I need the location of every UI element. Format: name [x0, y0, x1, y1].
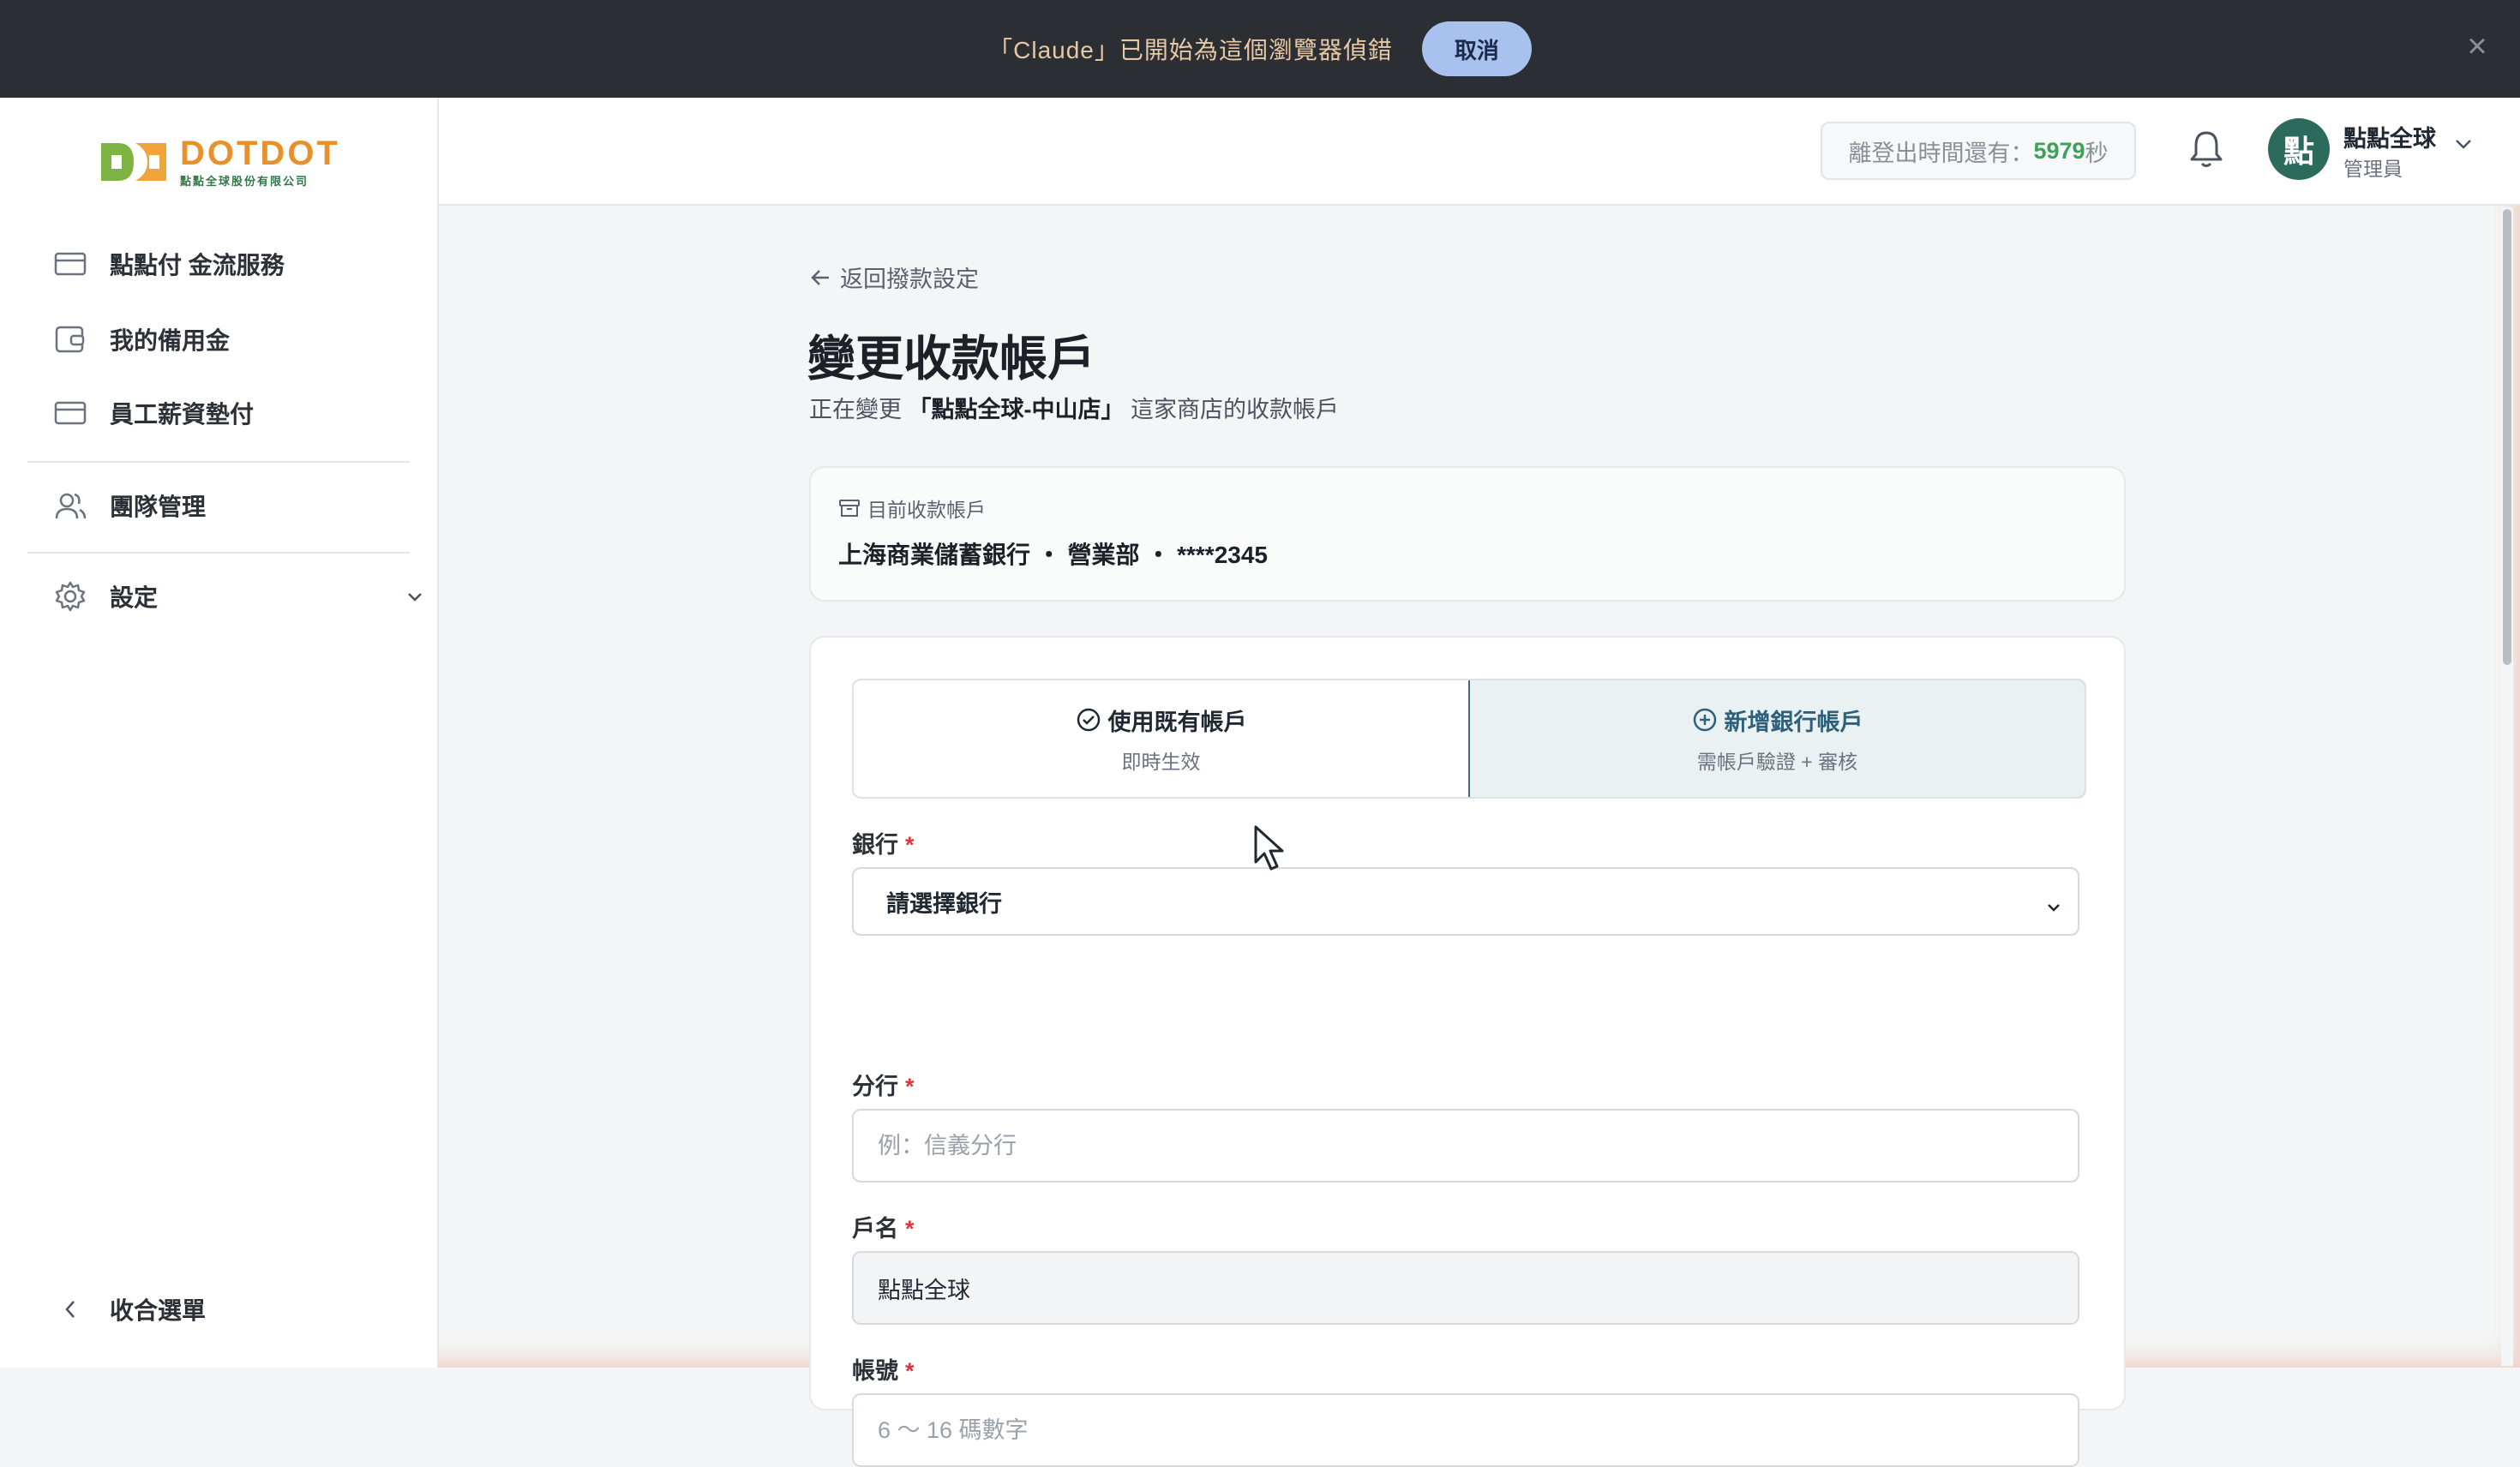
top-bar: 離登出時間還有： 5979 秒 點 點點全球 管理員	[439, 98, 2520, 206]
bank-label-text: 銀行	[852, 832, 898, 858]
required-mark: *	[905, 1216, 915, 1242]
required-mark: *	[905, 1358, 915, 1384]
arrow-left-icon	[809, 268, 831, 287]
option-existing-account[interactable]: 使用既有帳戶 即時生效	[854, 680, 1468, 797]
branch-label: 分行 *	[852, 1068, 915, 1101]
subtitle-prefix: 正在變更	[809, 397, 902, 422]
account-form-card: 使用既有帳戶 即時生效 新增銀行帳戶 需帳戶驗證 + 審核 銀行 * 請選擇銀行	[809, 636, 2126, 1467]
sidebar-item-salary-advance[interactable]: 員工薪資墊付	[53, 387, 254, 439]
scrollbar-thumb[interactable]	[2503, 209, 2511, 665]
logo-name: DOTDOT	[180, 134, 340, 172]
sidebar-item-label: 點點付 金流服務	[110, 252, 285, 278]
account-number-input[interactable]	[852, 1393, 2079, 1467]
check-circle-icon	[1076, 707, 1101, 733]
option-title: 新增銀行帳戶	[1724, 709, 1863, 735]
user-role: 管理員	[2343, 158, 2403, 180]
card-icon	[53, 247, 87, 281]
divider	[27, 552, 410, 554]
timer-value: 5979	[2033, 137, 2085, 164]
logout-timer: 離登出時間還有： 5979 秒	[1821, 122, 2136, 180]
sidebar-item-team[interactable]: 團隊管理	[53, 480, 206, 531]
gear-icon	[53, 579, 87, 614]
chevron-left-icon	[53, 1292, 87, 1326]
divider	[27, 461, 410, 463]
bank-select[interactable]: 請選擇銀行	[852, 867, 2079, 936]
holder-label-text: 戶名	[852, 1216, 898, 1242]
option-subtitle: 需帳戶驗證 + 審核	[1696, 750, 1858, 773]
collapse-menu-label: 收合選單	[110, 1297, 207, 1324]
option-subtitle: 即時生效	[1121, 750, 1201, 773]
page-title: 變更收款帳戶	[807, 332, 1095, 386]
bank-select-value: 請選擇銀行	[886, 890, 1002, 917]
sidebar: DOTDOT 點點全球股份有限公司 點點付 金流服務 我的備用金 員工薪資墊付	[0, 98, 439, 1368]
option-title: 使用既有帳戶	[1107, 709, 1247, 735]
plus-circle-icon	[1692, 707, 1718, 733]
sidebar-item-payment-service[interactable]: 點點付 金流服務	[53, 238, 285, 290]
archive-icon	[838, 498, 861, 518]
users-icon	[53, 488, 87, 523]
logo-subtitle: 點點全球股份有限公司	[180, 174, 309, 188]
card-icon	[53, 396, 87, 430]
current-account-label: 目前收款帳戶	[838, 494, 986, 523]
timer-unit: 秒	[2085, 140, 2109, 166]
holder-label: 戶名 *	[852, 1210, 915, 1243]
avatar[interactable]: 點	[2268, 118, 2330, 180]
branch-label-text: 分行	[852, 1074, 898, 1099]
bank-label: 銀行 *	[852, 826, 915, 859]
user-name[interactable]: 點點全球	[2343, 120, 2436, 153]
bell-icon[interactable]	[2187, 129, 2225, 174]
option-new-bank-account[interactable]: 新增銀行帳戶 需帳戶驗證 + 審核	[1468, 680, 2085, 797]
logo[interactable]: DOTDOT 點點全球股份有限公司	[99, 132, 340, 192]
sidebar-item-settings[interactable]: 設定	[53, 571, 422, 622]
required-mark: *	[905, 1074, 915, 1099]
debug-banner: 「Claude」已開始為這個瀏覽器偵錯 取消 ×	[0, 0, 2520, 98]
account-holder-input[interactable]	[852, 1251, 2079, 1325]
subtitle-suffix: 這家商店的收款帳戶	[1131, 397, 1340, 422]
back-link-label: 返回撥款設定	[840, 266, 979, 292]
sidebar-item-petty-cash[interactable]: 我的備用金	[53, 314, 230, 365]
banner-cancel-button[interactable]: 取消	[1421, 21, 1532, 76]
sidebar-item-label: 設定	[110, 584, 159, 611]
required-mark: *	[905, 832, 915, 858]
account-number-label-text: 帳號	[852, 1358, 898, 1384]
logo-mark-icon	[99, 136, 168, 188]
current-account-card: 目前收款帳戶 上海商業儲蓄銀行 ・ 營業部 ・ ****2345	[809, 466, 2126, 602]
wallet-icon	[53, 322, 87, 356]
close-icon[interactable]: ×	[2460, 29, 2494, 63]
chevron-down-icon[interactable]	[2453, 137, 2474, 155]
back-link[interactable]: 返回撥款設定	[809, 260, 979, 294]
current-account-label-text: 目前收款帳戶	[867, 499, 986, 521]
mouse-cursor-icon	[1253, 824, 1287, 877]
sidebar-item-label: 我的備用金	[110, 327, 231, 354]
chevron-down-icon	[2045, 893, 2062, 919]
sidebar-item-label: 團隊管理	[110, 494, 207, 520]
branch-input[interactable]	[852, 1109, 2079, 1183]
account-number-label: 帳號 *	[852, 1352, 915, 1386]
store-name: 「點點全球-中山店」	[908, 397, 1125, 422]
page-subtitle: 正在變更 「點點全球-中山店」 這家商店的收款帳戶	[809, 391, 1339, 424]
timer-prefix: 離登出時間還有：	[1848, 140, 2034, 166]
sidebar-item-label: 員工薪資墊付	[110, 401, 255, 428]
app-window: DOTDOT 點點全球股份有限公司 點點付 金流服務 我的備用金 員工薪資墊付	[0, 98, 2520, 1467]
current-account-value: 上海商業儲蓄銀行 ・ 營業部 ・ ****2345	[838, 542, 1268, 568]
account-mode-toggle: 使用既有帳戶 即時生效 新增銀行帳戶 需帳戶驗證 + 審核	[852, 679, 2086, 799]
collapse-menu-button[interactable]: 收合選單	[53, 1284, 206, 1335]
banner-message: 「Claude」已開始為這個瀏覽器偵錯	[988, 37, 1393, 63]
chevron-down-icon[interactable]	[405, 583, 425, 610]
